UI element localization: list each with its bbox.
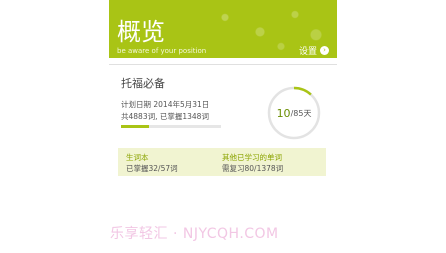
watermark: 乐享轻汇 · NJYCQH.COM — [110, 226, 279, 242]
vocab-book-label: 生词本 — [126, 153, 149, 162]
vocab-book-stat[interactable]: 生词本 已掌握32/57词 — [126, 152, 178, 174]
days-total: /85天 — [290, 108, 312, 118]
plan-date: 计划日期 2014年5月31日 — [121, 100, 210, 109]
days-progress-ring: 10 /85天 — [264, 83, 324, 143]
word-count: 共4883词, 已掌握1348词 — [121, 112, 209, 121]
ring-label: 10 /85天 — [264, 83, 324, 143]
vocab-book-value: 已掌握32/57词 — [126, 164, 178, 173]
other-words-value: 需复习80/1378词 — [222, 164, 284, 173]
progress-bar-fill — [121, 125, 149, 128]
stats-panel: 生词本 已掌握32/57词 其他已学习的单词 需复习80/1378词 — [118, 148, 326, 176]
days-done: 10 — [276, 106, 291, 120]
other-words-label: 其他已学习的单词 — [222, 153, 282, 162]
other-words-stat[interactable]: 其他已学习的单词 需复习80/1378词 — [222, 152, 283, 174]
page-subtitle: be aware of your position — [117, 47, 207, 55]
plan-card[interactable]: 托福必备 计划日期 2014年5月31日 共4883词, 已掌握1348词 10… — [109, 64, 337, 143]
plan-name: 托福必备 — [121, 77, 165, 90]
overview-header: 概览 be aware of your position 设置 › — [109, 0, 337, 58]
settings-button[interactable]: 设置 › — [299, 44, 329, 57]
page-title: 概览 — [117, 18, 165, 46]
progress-bar — [121, 125, 221, 128]
settings-label: 设置 — [298, 47, 317, 57]
chevron-right-icon: › — [320, 46, 329, 55]
